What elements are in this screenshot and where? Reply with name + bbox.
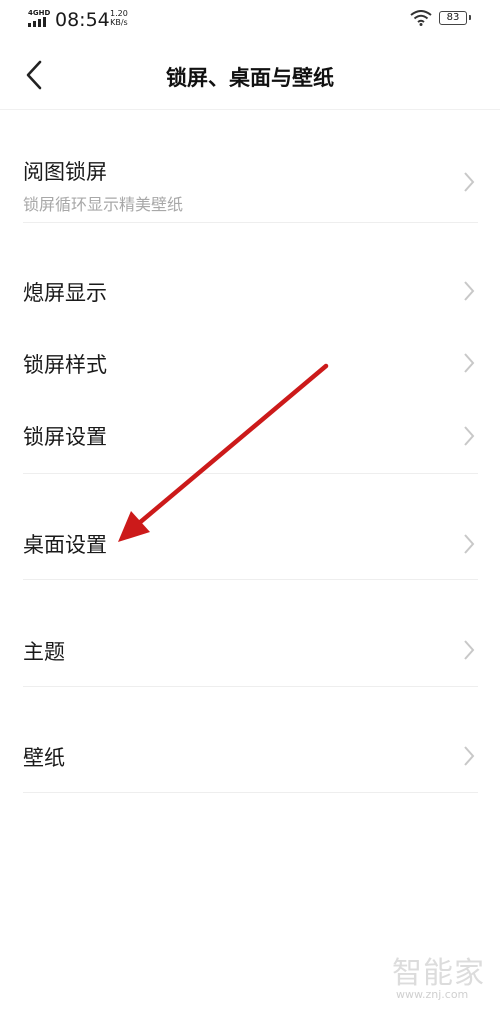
annotation-arrow [118,363,329,542]
watermark-url: www.znj.com [396,988,469,1001]
watermark: 智能家 www.znj.com [392,948,492,1004]
watermark-logo: 智能家 [392,956,485,991]
